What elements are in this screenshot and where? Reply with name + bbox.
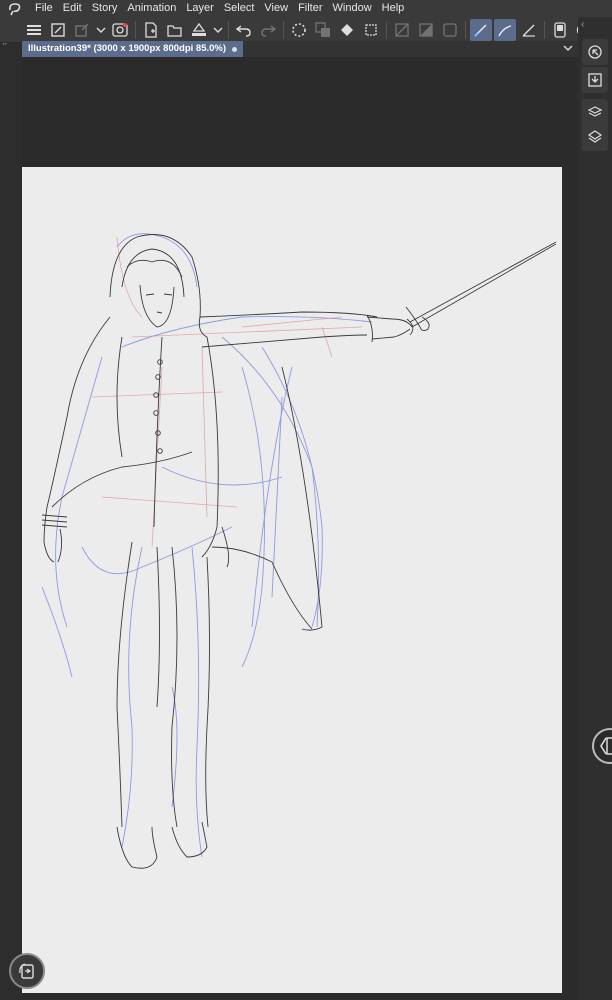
toolbar-divider [465,20,466,39]
record-icon[interactable] [109,19,131,41]
frame-icon[interactable] [439,19,461,41]
chevron-down-icon[interactable] [562,42,574,54]
panel-group [582,99,608,151]
quick-access-button[interactable] [9,953,45,989]
redo-icon[interactable] [257,19,279,41]
toolbar-divider [386,20,387,39]
toolbar-divider [283,20,284,39]
drawing-canvas[interactable] [22,167,562,993]
document-tab[interactable]: Illustration39* (3000 x 1900px 800dpi 85… [22,41,244,57]
new-canvas-icon[interactable] [47,19,69,41]
pen-vector-icon[interactable] [518,19,540,41]
toolbar-divider [228,20,229,39]
new-file-icon[interactable] [140,19,162,41]
menu-icon[interactable] [23,19,45,41]
toolbar-divider [544,20,545,39]
fill-icon[interactable] [336,19,358,41]
collapse-right-icon[interactable]: ‹ [581,19,584,30]
navigator-icon[interactable] [582,39,608,65]
layers-icon[interactable] [587,129,603,145]
sketch-artwork [41,233,557,869]
menu-edit[interactable]: Edit [58,0,87,17]
transform-icon[interactable] [312,19,334,41]
menu-view[interactable]: View [259,0,293,17]
pen-correct-icon[interactable] [470,18,492,41]
undo-icon[interactable] [233,19,255,41]
toolbar-divider [135,20,136,39]
menu-select[interactable]: Select [219,0,260,17]
menu-window[interactable]: Window [328,0,377,17]
panel-toggle-icon [600,737,612,755]
phone-icon[interactable] [549,19,571,41]
document-tab-title: Illustration39* (3000 x 1900px 800dpi 85… [28,43,227,54]
chevron-down-icon[interactable] [95,19,107,41]
left-panel-strip: » [0,17,22,1000]
export-icon[interactable] [71,19,93,41]
document-tab-row: Illustration39* (3000 x 1900px 800dpi 85… [22,41,578,57]
close-tab-icon[interactable] [232,46,238,52]
save-icon[interactable] [188,19,210,41]
right-panel: ‹ [578,17,612,1000]
menu-filter[interactable]: Filter [293,0,327,17]
menu-animation[interactable]: Animation [122,0,181,17]
pen-stabilize-icon[interactable] [494,18,516,41]
app-logo-icon[interactable] [0,0,30,17]
menu-help[interactable]: Help [377,0,410,17]
open-folder-icon[interactable] [164,19,186,41]
command-bar [0,17,612,43]
rotate-canvas-icon [19,963,34,979]
menu-bar: File Edit Story Animation Layer Select V… [0,0,612,17]
clear-icon[interactable] [391,19,413,41]
chevron-down-icon[interactable] [212,19,224,41]
loading-icon[interactable] [288,19,310,41]
selection-icon[interactable] [360,19,382,41]
material-icon[interactable] [587,105,603,121]
menu-story[interactable]: Story [87,0,123,17]
menu-file[interactable]: File [30,0,58,17]
menu-layer[interactable]: Layer [181,0,219,17]
layer-fill-icon[interactable] [415,19,437,41]
import-icon[interactable] [582,67,608,93]
